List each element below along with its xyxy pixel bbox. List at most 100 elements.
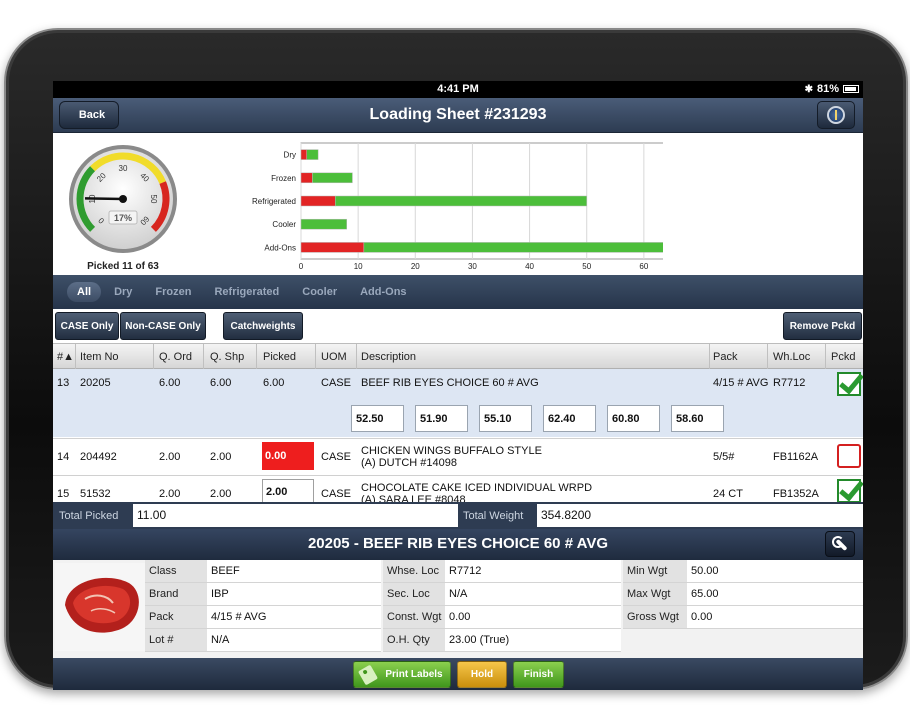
lot-label: Lot # [145,629,207,652]
chart-bar-segment [300,172,313,184]
qty-picked-field[interactable]: 0.00 [262,442,314,470]
column-separator [825,344,826,370]
column-separator [153,344,154,370]
catchweight-field[interactable]: 58.60 [671,405,724,432]
row-number: 15 [57,488,70,500]
qty-shipped: 2.00 [210,488,232,500]
nav-bar: Back Loading Sheet #231293 [53,98,863,133]
non-case-only-button[interactable]: Non-CASE Only [120,312,206,340]
dashboard: 0102030405060 17% Picked 11 of 63 010203… [53,133,863,275]
status-bar: 4:41 PM ✱ 81% [53,81,863,98]
filter-tab-all[interactable]: All [67,282,102,302]
uom: CASE [321,488,351,500]
class-value: BEEF [207,560,381,583]
description: CHOCOLATE CAKE ICED INDIVIDUAL WRPD [361,482,593,494]
chart-bar-segment [335,195,587,207]
catchweight-field[interactable]: 62.40 [543,405,596,432]
case-only-button[interactable]: CASE Only [55,312,119,340]
brand-value: IBP [207,583,381,606]
battery-percent: 81% [816,83,839,95]
table-row[interactable]: 15 51532 2.00 2.00 2.00 CASE CHOCOLATE C… [53,476,863,502]
constant-weight-label: Const. Wgt [383,606,445,629]
compass-icon [827,106,845,124]
print-labels-button[interactable]: Print Labels [353,661,451,688]
warehouse-location-value: R7712 [445,560,621,583]
unpicked-box-icon[interactable] [837,444,861,468]
table-row[interactable]: 13 20205 6.00 6.00 6.00 CASE BEEF RIB EY… [53,369,863,437]
product-image [55,563,145,651]
constant-weight-value: 0.00 [445,606,621,629]
row-number: 14 [57,451,70,463]
filter-tab-refrigerated[interactable]: Refrigerated [204,282,289,302]
lot-value: N/A [207,629,381,652]
description-sub: (A) SARA LEE #8048 [361,494,466,502]
column-header[interactable]: Item No [80,351,119,363]
warehouse-location-label: Whse. Loc [383,560,445,583]
on-hand-qty-value: 23.00 (True) [445,629,621,652]
table-header: #▲ Item No Q. Ord Q. Shp Picked UOM Descriptio… [53,343,863,370]
table-row[interactable]: 14 204492 2.00 2.00 0.00 CASE CHICKEN WI… [53,439,863,474]
hold-button[interactable]: Hold [457,661,507,688]
class-label: Class [145,560,207,583]
gauge-percent: 17% [114,213,132,223]
min-weight-value: 50.00 [687,560,863,583]
progress-gauge: 0102030405060 17% [69,145,177,253]
uom: CASE [321,377,351,389]
qty-picked[interactable]: 6.00 [263,377,284,389]
column-header[interactable]: Wh.Loc [773,351,810,363]
catchweight-field[interactable]: 52.50 [351,405,404,432]
loading-table: 13 20205 6.00 6.00 6.00 CASE BEEF RIB EY… [53,369,863,502]
description-sub: (A) DUTCH #14098 [361,457,457,469]
tools-button[interactable] [825,531,855,557]
uom: CASE [321,451,351,463]
item-number: 204492 [80,451,117,463]
column-header[interactable]: Description [361,351,416,363]
bottom-toolbar: Print Labels Hold Finish [53,658,863,690]
settings-button[interactable] [817,101,855,129]
on-hand-qty-label: O.H. Qty [383,629,445,652]
filter-tab-dry[interactable]: Dry [104,282,142,302]
chart-bar-segment [300,195,336,207]
column-header[interactable]: Q. Ord [159,351,192,363]
app-screen: 4:41 PM ✱ 81% Back Loading Sheet #231293 [53,81,863,690]
column-header[interactable]: Q. Shp [210,351,244,363]
secondary-location-label: Sec. Loc [383,583,445,606]
qty-picked-field[interactable]: 2.00 [262,479,314,502]
chart-x-tick-label: 10 [354,262,363,271]
gauge-tick-label: 50 [149,195,158,204]
column-separator [75,344,76,370]
description: BEEF RIB EYES CHOICE 60 # AVG [361,377,539,389]
chart-category-label: Frozen [271,174,296,183]
chart-x-tick-label: 30 [468,262,477,271]
filter-tab-frozen[interactable]: Frozen [145,282,201,302]
filter-tab-cooler[interactable]: Cooler [292,282,347,302]
catchweights-button[interactable]: Catchweights [223,312,303,340]
qty-ordered: 6.00 [159,377,181,389]
item-number: 51532 [80,488,111,500]
chart-x-tick-label: 0 [299,262,304,271]
chart-x-tick-label: 50 [582,262,591,271]
column-header[interactable]: UOM [321,351,347,363]
picked-check-icon[interactable] [837,479,861,502]
brand-label: Brand [145,583,207,606]
column-header[interactable]: Pckd [831,351,855,363]
remove-picked-button[interactable]: Remove Pckd [783,312,862,340]
total-picked-label: Total Picked [59,510,119,522]
chart-bar-segment [300,242,365,253]
pack: 24 CT [713,488,743,500]
column-header[interactable]: #▲ [57,351,74,363]
column-header[interactable]: Picked [263,351,296,363]
chart-category-label: Add-Ons [264,243,296,252]
catchweight-field[interactable]: 51.90 [415,405,468,432]
filter-tab-add-ons[interactable]: Add-Ons [350,282,416,302]
chart-bar-segment [300,218,347,230]
column-header[interactable]: Pack [713,351,737,363]
status-time: 4:41 PM [437,83,479,95]
finish-button[interactable]: Finish [513,661,564,688]
totals-bar: Total Picked 11.00 Total Weight 354.8200 [53,502,863,529]
picked-check-icon[interactable] [837,372,861,396]
catchweight-field[interactable]: 55.10 [479,405,532,432]
warehouse-location: FB1162A [773,451,819,463]
catchweight-field[interactable]: 60.80 [607,405,660,432]
chart-x-tick-label: 40 [525,262,534,271]
